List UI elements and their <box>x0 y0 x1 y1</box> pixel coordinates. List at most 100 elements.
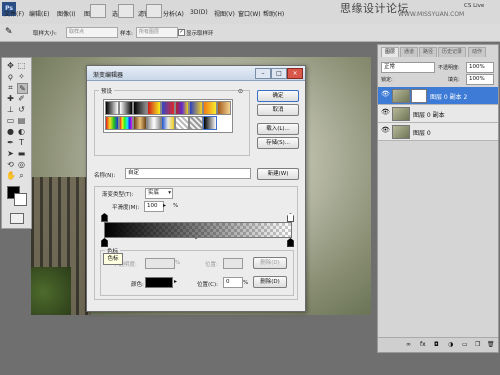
menu-window[interactable]: 窗口(W) <box>238 9 261 18</box>
stamp-tool-icon[interactable]: ⊥ <box>6 105 15 114</box>
menu-analysis[interactable]: 分析(A) <box>163 9 184 18</box>
menu-edit[interactable]: 编辑(E) <box>29 9 49 18</box>
layer-mask-thumbnail[interactable] <box>411 89 427 103</box>
layer-row[interactable]: 👁 图层 0 副本 2 <box>378 87 498 105</box>
layer-row[interactable]: 👁 图层 0 <box>378 123 498 141</box>
color-stop-left[interactable] <box>101 238 108 247</box>
3d-orbit-tool-icon[interactable]: ◎ <box>17 160 26 169</box>
folder-icon[interactable]: ▭ <box>462 341 468 348</box>
new-layer-icon[interactable]: ❐ <box>475 341 480 348</box>
background-color-swatch[interactable] <box>14 193 27 206</box>
menu-view[interactable]: 视图(V) <box>214 9 235 18</box>
minimize-button[interactable]: – <box>255 68 271 79</box>
cs-live-button[interactable]: CS Live <box>464 3 484 9</box>
show-ring-checkbox[interactable]: ✓ <box>178 29 185 36</box>
cancel-button[interactable]: 取消 <box>257 104 299 116</box>
eye-icon[interactable]: 👁 <box>381 91 390 98</box>
tab-channels[interactable]: 通道 <box>400 47 419 57</box>
presets-menu-icon[interactable]: ⊙ <box>238 88 243 95</box>
color-dropdown-icon[interactable]: ▸ <box>174 278 177 285</box>
stop-location-input[interactable] <box>223 258 243 269</box>
opacity-input[interactable]: 100% <box>466 62 494 73</box>
preset-swatch[interactable] <box>119 101 133 115</box>
close-button[interactable]: × <box>287 68 303 79</box>
gradient-type-select[interactable]: 实底 ▾ <box>145 188 173 199</box>
color-stop-right[interactable] <box>287 238 294 247</box>
preset-swatch[interactable] <box>175 101 189 115</box>
sample-size-select[interactable]: 取样点 <box>66 27 118 38</box>
healing-tool-icon[interactable]: ✚ <box>6 94 15 103</box>
3d-rotate-tool-icon[interactable]: ⟲ <box>6 160 15 169</box>
zoom-tool-icon[interactable]: ⌕ <box>17 171 26 180</box>
maximize-button[interactable]: □ <box>271 68 287 79</box>
preset-swatch[interactable] <box>175 116 189 130</box>
layer-row[interactable]: 👁 图层 0 副本 <box>378 105 498 123</box>
fx-icon[interactable]: fx <box>420 341 426 348</box>
type-tool-icon[interactable]: T <box>17 138 26 147</box>
preset-swatch[interactable] <box>217 101 231 115</box>
opacity-stop-left[interactable] <box>101 213 108 222</box>
preset-swatch[interactable] <box>147 116 161 130</box>
preset-swatch[interactable] <box>161 116 175 130</box>
preset-swatch[interactable] <box>203 116 217 130</box>
preset-swatch[interactable] <box>133 116 147 130</box>
preset-swatch[interactable] <box>105 101 119 115</box>
trash-icon[interactable]: 🗑 <box>487 341 495 348</box>
path-select-tool-icon[interactable]: ➤ <box>6 149 15 158</box>
hand-tool-icon[interactable]: ✋ <box>6 171 16 180</box>
blend-mode-select[interactable]: 正常 <box>381 62 435 73</box>
dodge-tool-icon[interactable]: ◐ <box>17 127 26 136</box>
ok-button[interactable]: 确定 <box>257 90 299 102</box>
tab-layers[interactable]: 图层 <box>381 47 400 57</box>
tab-history[interactable]: 历史记录 <box>438 47 467 57</box>
tab-paths[interactable]: 路径 <box>419 47 438 57</box>
pen-tool-icon[interactable]: ✒ <box>6 138 15 147</box>
preset-swatch[interactable] <box>189 116 203 130</box>
mask-icon[interactable]: ◘ <box>434 341 439 348</box>
move-tool-icon[interactable]: ✥ <box>6 61 15 70</box>
gradient-tool-icon[interactable]: ▤ <box>17 116 26 125</box>
arrange-button[interactable] <box>90 4 106 18</box>
preset-swatch[interactable] <box>147 101 161 115</box>
preset-swatch[interactable] <box>161 101 175 115</box>
quick-select-tool-icon[interactable]: ✧ <box>17 72 26 81</box>
fill-input[interactable]: 100% <box>466 74 494 85</box>
marquee-tool-icon[interactable]: ⬚ <box>17 61 26 70</box>
link-icon[interactable]: ∞ <box>406 341 411 348</box>
eye-icon[interactable]: 👁 <box>381 109 390 116</box>
brush-tool-icon[interactable]: ✐ <box>17 94 26 103</box>
midpoint-diamond[interactable] <box>194 236 198 240</box>
crop-tool-icon[interactable]: ⌗ <box>6 83 15 92</box>
menu-image[interactable]: 图像(I) <box>57 9 75 18</box>
history-brush-tool-icon[interactable]: ↺ <box>17 105 26 114</box>
sample-select[interactable]: 所有图层 <box>136 27 178 38</box>
preset-swatch[interactable] <box>119 116 133 130</box>
name-input[interactable]: 自定 <box>125 168 251 179</box>
lasso-tool-icon[interactable]: ϙ <box>6 72 15 81</box>
color-location-input[interactable]: 0 <box>223 277 243 288</box>
smoothness-input[interactable]: 100 <box>144 201 164 212</box>
preset-swatch[interactable] <box>203 101 217 115</box>
quick-mask-icon[interactable] <box>10 213 24 224</box>
menu-3d[interactable]: 3D(D) <box>190 9 208 16</box>
gradient-preview-bar[interactable] <box>104 222 292 238</box>
menu-help[interactable]: 帮助(H) <box>263 9 284 18</box>
delete-color-stop-button[interactable]: 删除(D) <box>253 276 287 288</box>
smoothness-dropdown-icon[interactable]: ▸ <box>163 202 166 209</box>
eyedropper-tool-icon[interactable]: ✎ <box>17 83 28 94</box>
eye-icon[interactable]: 👁 <box>381 127 390 134</box>
opacity-stop-right[interactable] <box>287 213 294 222</box>
preset-swatch[interactable] <box>133 101 147 115</box>
stop-color-swatch[interactable] <box>145 277 173 288</box>
preset-swatch[interactable] <box>189 101 203 115</box>
delete-opacity-stop-button[interactable]: 删除(D) <box>253 257 287 269</box>
adjustment-icon[interactable]: ◑ <box>448 341 453 348</box>
zoom-level-button[interactable] <box>118 4 134 18</box>
screen-mode-button[interactable] <box>146 4 162 18</box>
eraser-tool-icon[interactable]: ▭ <box>6 116 15 125</box>
new-button[interactable]: 新建(W) <box>257 168 299 180</box>
load-button[interactable]: 载入(L)... <box>257 123 299 135</box>
blur-tool-icon[interactable]: ● <box>6 127 15 136</box>
save-button[interactable]: 存储(S)... <box>257 137 299 149</box>
menu-file[interactable]: 文件(F) <box>4 9 24 18</box>
